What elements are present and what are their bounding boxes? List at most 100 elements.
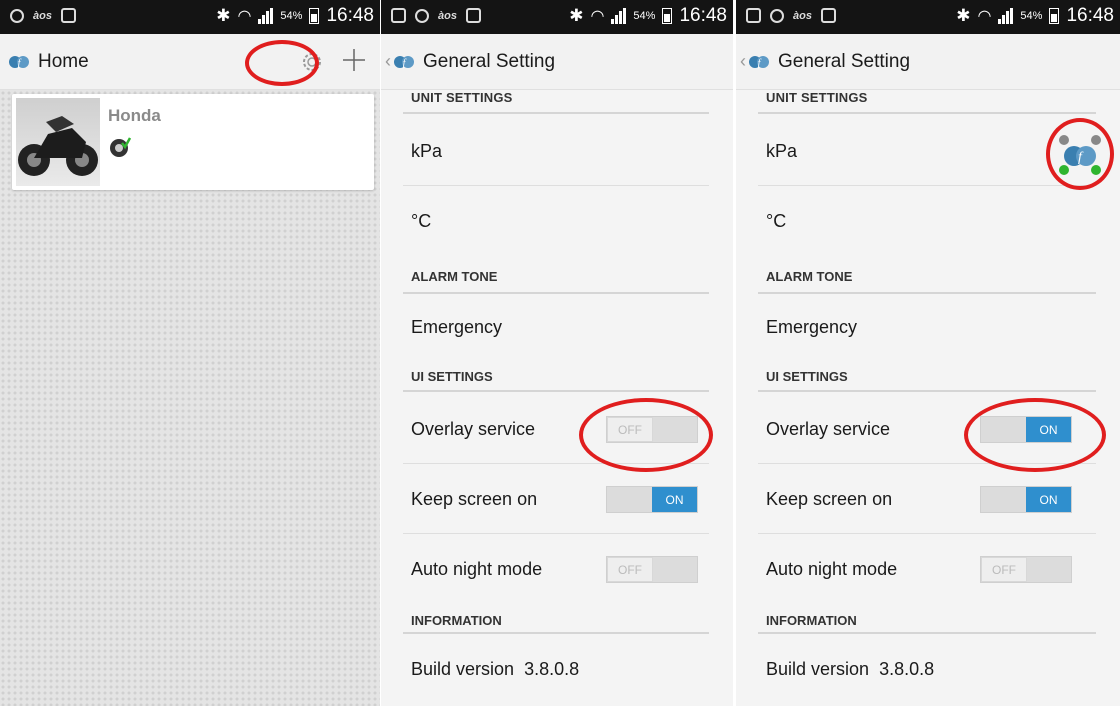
vehicle-photo	[16, 98, 100, 186]
wifi-icon: ◠	[237, 8, 252, 25]
battery-percent: 54%	[1020, 10, 1043, 22]
temperature-unit-row[interactable]: °C	[736, 186, 1120, 256]
bluetooth-icon: ✱	[956, 6, 971, 25]
section-header-unit: UNIT SETTINGS	[736, 90, 1120, 116]
page-title: General Setting	[423, 50, 556, 72]
app-logo-icon: f	[749, 55, 769, 69]
battery-percent: 54%	[633, 10, 656, 22]
keep-screen-on-row: Keep screen on ON	[381, 464, 733, 534]
keep-screen-on-label: Keep screen on	[766, 488, 893, 509]
screenshot-icon	[746, 8, 761, 23]
status-bar: àos ✱ ◠ 54% 16:48	[736, 0, 1120, 34]
auto-night-mode-label: Auto night mode	[766, 558, 898, 579]
annotation-circle	[245, 40, 319, 86]
section-header-alarm: ALARM TONE	[736, 256, 1120, 296]
back-chevron-icon[interactable]: ‹	[740, 51, 746, 72]
keep-screen-on-row: Keep screen on ON	[736, 464, 1120, 534]
auto-night-mode-row: Auto night mode OFF	[736, 534, 1120, 604]
build-version-row: Build version 3.8.0.8	[381, 636, 733, 702]
action-bar: f Home	[0, 34, 380, 90]
alarm-tone-row[interactable]: Emergency	[736, 296, 1120, 358]
toggle-state-label: ON	[1026, 487, 1071, 512]
alarm-tone-row[interactable]: Emergency	[381, 296, 733, 358]
vehicle-card[interactable]: Honda	[12, 94, 374, 190]
app-logo-icon: f	[9, 55, 29, 69]
temperature-unit-row[interactable]: °C	[381, 186, 733, 256]
build-version-label: Build version	[411, 658, 515, 679]
back-chevron-icon[interactable]: ‹	[385, 51, 391, 72]
battery-percent: 54%	[280, 10, 303, 22]
auto-night-mode-label: Auto night mode	[411, 558, 543, 579]
section-header-unit: UNIT SETTINGS	[381, 90, 733, 116]
notification-icon	[415, 8, 429, 23]
auto-night-mode-toggle[interactable]: OFF	[980, 556, 1072, 583]
download-icon	[465, 8, 481, 23]
download-icon	[820, 8, 836, 23]
section-header-ui: UI SETTINGS	[736, 358, 1120, 394]
clock: 16:48	[1066, 5, 1114, 26]
toggle-state-label: OFF	[981, 557, 1027, 582]
annotation-circle	[1046, 118, 1114, 190]
section-header-info: INFORMATION	[381, 604, 733, 636]
download-icon	[60, 8, 76, 23]
bluetooth-icon: ✱	[216, 6, 231, 25]
build-version-label: Build version	[766, 658, 870, 679]
section-header-alarm: ALARM TONE	[381, 256, 733, 296]
signal-icon	[611, 8, 627, 24]
home-content: Honda	[0, 90, 380, 706]
action-bar: ‹ f General Setting	[736, 34, 1120, 90]
alarm-tone-label: Emergency	[411, 316, 503, 337]
notification-icon	[770, 8, 784, 23]
add-vehicle-icon[interactable]	[340, 46, 368, 74]
clock: 16:48	[326, 5, 374, 26]
auto-night-mode-toggle[interactable]: OFF	[606, 556, 698, 583]
signal-icon	[258, 8, 274, 24]
temperature-unit-label: °C	[411, 210, 432, 231]
settings-screen-overlay-on: àos ✱ ◠ 54% 16:48 ‹ f General Setting UN…	[736, 0, 1120, 706]
pressure-unit-row[interactable]: kPa	[381, 116, 733, 186]
wifi-icon: ◠	[977, 8, 992, 25]
annotation-circle	[579, 398, 713, 472]
build-version-value: 3.8.0.8	[524, 658, 580, 679]
notification-text: àos	[793, 9, 812, 22]
settings-screen-overlay-off: àos ✱ ◠ 54% 16:48 ‹ f General Setting UN…	[381, 0, 733, 706]
page-title: Home	[38, 50, 89, 72]
status-bar: àos ✱ ◠ 54% 16:48	[0, 0, 380, 34]
pressure-unit-label: kPa	[411, 140, 443, 161]
action-bar: ‹ f General Setting	[381, 34, 733, 90]
toggle-state-label: ON	[652, 487, 697, 512]
notification-text: àos	[438, 9, 457, 22]
notification-text: àos	[33, 9, 52, 22]
build-version-row: Build version 3.8.0.8	[736, 636, 1120, 702]
battery-icon	[309, 8, 320, 24]
bluetooth-icon: ✱	[569, 6, 584, 25]
clock: 16:48	[679, 5, 727, 26]
section-header-info: INFORMATION	[736, 604, 1120, 636]
auto-night-mode-row: Auto night mode OFF	[381, 534, 733, 604]
tire-status-icon	[110, 137, 131, 157]
annotation-circle	[964, 398, 1106, 472]
home-screen: àos ✱ ◠ 54% 16:48 f Home Honda	[0, 0, 380, 706]
wifi-icon: ◠	[590, 8, 605, 25]
battery-icon	[1049, 8, 1060, 24]
status-bar: àos ✱ ◠ 54% 16:48	[381, 0, 733, 34]
vehicle-name: Honda	[108, 106, 161, 125]
settings-list: UNIT SETTINGS kPa °C ALARM TONE Emergenc…	[381, 90, 733, 702]
screenshot-icon	[391, 8, 406, 23]
keep-screen-on-toggle[interactable]: ON	[606, 486, 698, 513]
battery-icon	[662, 8, 673, 24]
signal-icon	[998, 8, 1014, 24]
notification-icon	[10, 8, 24, 23]
app-logo-icon: f	[394, 55, 414, 69]
page-title: General Setting	[778, 50, 911, 72]
overlay-service-label: Overlay service	[411, 418, 536, 439]
toggle-state-label: OFF	[607, 557, 653, 582]
overlay-service-label: Overlay service	[766, 418, 891, 439]
pressure-unit-label: kPa	[766, 140, 798, 161]
alarm-tone-label: Emergency	[766, 316, 858, 337]
temperature-unit-label: °C	[766, 210, 787, 231]
keep-screen-on-toggle[interactable]: ON	[980, 486, 1072, 513]
section-header-ui: UI SETTINGS	[381, 358, 733, 394]
keep-screen-on-label: Keep screen on	[411, 488, 538, 509]
build-version-value: 3.8.0.8	[879, 658, 935, 679]
